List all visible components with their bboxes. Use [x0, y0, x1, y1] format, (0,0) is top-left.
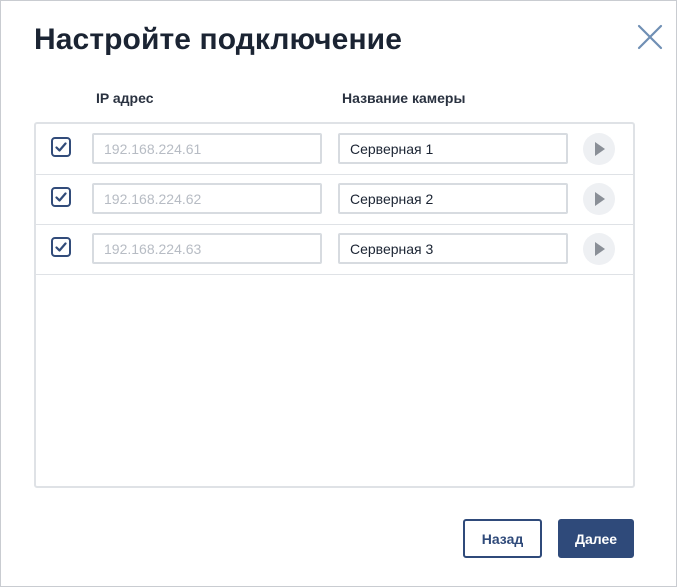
table-row	[36, 174, 633, 225]
play-icon	[595, 142, 605, 156]
table-row	[36, 224, 633, 275]
ip-address-input[interactable]	[92, 183, 322, 214]
play-button[interactable]	[583, 133, 615, 165]
back-button[interactable]: Назад	[463, 519, 542, 558]
play-icon	[595, 242, 605, 256]
next-button[interactable]: Далее	[558, 519, 634, 558]
ip-address-input[interactable]	[92, 233, 322, 264]
row-checkbox[interactable]	[51, 187, 71, 207]
checkmark-icon	[55, 142, 67, 152]
column-header-ip: IP адрес	[96, 90, 154, 106]
row-checkbox[interactable]	[51, 237, 71, 257]
play-icon	[595, 192, 605, 206]
close-icon	[637, 24, 663, 50]
checkmark-icon	[55, 192, 67, 202]
camera-name-input[interactable]	[338, 183, 568, 214]
camera-table	[34, 122, 635, 488]
play-button[interactable]	[583, 233, 615, 265]
row-checkbox[interactable]	[51, 137, 71, 157]
ip-address-input[interactable]	[92, 133, 322, 164]
checkmark-icon	[55, 242, 67, 252]
play-button[interactable]	[583, 183, 615, 215]
table-row	[36, 124, 633, 175]
camera-name-input[interactable]	[338, 133, 568, 164]
connection-setup-dialog: Настройте подключение IP адрес Название …	[0, 0, 677, 587]
camera-name-input[interactable]	[338, 233, 568, 264]
close-button[interactable]	[637, 24, 663, 50]
column-header-camera-name: Название камеры	[342, 90, 466, 106]
dialog-title: Настройте подключение	[34, 23, 402, 56]
